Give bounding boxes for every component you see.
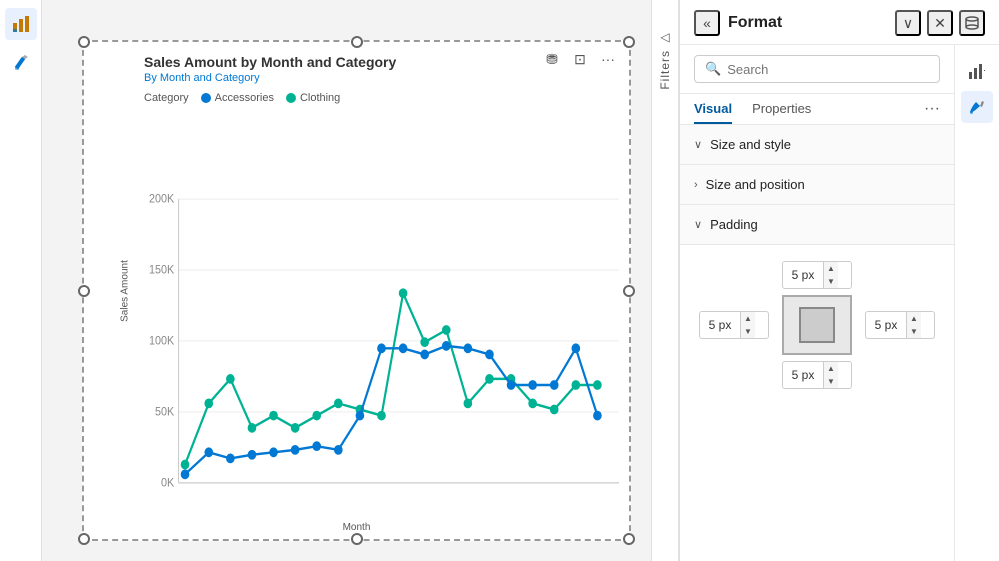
padding-left-spinners: ▲ ▼ — [740, 312, 755, 338]
padding-top-up[interactable]: ▲ — [824, 262, 838, 275]
size-and-position-section: › Size and position — [680, 165, 954, 205]
legend-accessories: Accessories — [201, 92, 274, 104]
filters-arrow-icon[interactable]: ◁ — [660, 30, 669, 44]
search-box: 🔍 — [680, 45, 954, 94]
search-input[interactable] — [727, 62, 929, 77]
padding-controls: ▲ ▼ ▲ ▼ — [680, 245, 954, 405]
format-title: Format — [728, 14, 782, 32]
format-tabs: Visual Properties ··· — [680, 94, 954, 125]
chart-svg: 0K 50K 100K 150K 200K — [144, 122, 619, 489]
padding-header[interactable]: ∨ Padding — [680, 205, 954, 245]
padding-left-input[interactable] — [700, 318, 740, 332]
format-panel-inner: 🔍 Visual Properties ··· ∨ Size and style — [680, 45, 999, 561]
svg-text:200K: 200K — [149, 193, 174, 206]
legend-clothing: Clothing — [286, 92, 340, 104]
padding-section: ∨ Padding ▲ ▼ — [680, 205, 954, 405]
x-axis-label: Month — [343, 522, 371, 533]
cylinder-icon — [964, 15, 980, 31]
size-position-chevron: › — [694, 179, 698, 191]
padding-right-up[interactable]: ▲ — [907, 312, 921, 325]
right-icon-strip — [954, 45, 999, 561]
padding-top-group[interactable]: ▲ ▼ — [782, 261, 852, 289]
format-header: « Format ∨ ✕ — [680, 0, 999, 45]
back-chevron-icon: « — [703, 15, 711, 31]
accessories-label: Accessories — [215, 92, 274, 104]
collapse-button[interactable]: ∨ — [895, 10, 921, 36]
padding-left-group[interactable]: ▲ ▼ — [699, 311, 769, 339]
chevron-down-icon: ∨ — [903, 15, 913, 32]
tab-visual[interactable]: Visual — [694, 101, 732, 124]
padding-bottom-input[interactable] — [783, 368, 823, 382]
size-and-style-header[interactable]: ∨ Size and style — [680, 125, 954, 165]
padding-bottom-group[interactable]: ▲ ▼ — [782, 361, 852, 389]
legend-category-label: Category — [144, 92, 189, 104]
chart-subtitle: By Month and Category — [144, 72, 613, 84]
filters-label[interactable]: Filters — [658, 50, 672, 90]
format-brush-icon-btn[interactable] — [5, 46, 37, 78]
padding-right-group[interactable]: ▲ ▼ — [865, 311, 935, 339]
search-icon: 🔍 — [705, 61, 721, 77]
svg-text:100K: 100K — [149, 335, 174, 348]
chart-container[interactable]: ⛃ ⊡ ··· Sales Amount by Month and Catego… — [82, 40, 631, 541]
format-main: 🔍 Visual Properties ··· ∨ Size and style — [680, 45, 954, 561]
main-canvas: ⛃ ⊡ ··· Sales Amount by Month and Catego… — [42, 0, 651, 561]
padding-bottom-spinners: ▲ ▼ — [823, 362, 838, 388]
clothing-dot — [286, 93, 296, 103]
padding-top-spinners: ▲ ▼ — [823, 262, 838, 288]
cylinder-button[interactable] — [959, 10, 985, 36]
size-style-chevron: ∨ — [694, 138, 702, 151]
bar-chart-icon — [12, 15, 30, 33]
padding-inner-box — [799, 307, 835, 343]
tab-properties[interactable]: Properties — [752, 101, 811, 124]
padding-left-down[interactable]: ▼ — [741, 325, 755, 338]
padding-bottom-up[interactable]: ▲ — [824, 362, 838, 375]
size-and-position-header[interactable]: › Size and position — [680, 165, 954, 205]
format-icon — [968, 98, 986, 116]
close-button[interactable]: ✕ — [927, 10, 953, 36]
canvas-area: ⛃ ⊡ ··· Sales Amount by Month and Catego… — [42, 0, 651, 561]
padding-grid: ▲ ▼ ▲ ▼ — [694, 261, 940, 389]
padding-right-spinners: ▲ ▼ — [906, 312, 921, 338]
chart-legend: Category Accessories Clothing — [144, 92, 613, 104]
format-panel: « Format ∨ ✕ — [679, 0, 999, 561]
brush-icon — [12, 53, 30, 71]
left-sidebar — [0, 0, 42, 561]
size-and-style-label: Size and style — [710, 137, 791, 152]
padding-label: Padding — [710, 217, 758, 232]
search-input-wrapper[interactable]: 🔍 — [694, 55, 940, 83]
chart-inner: Sales Amount by Month and Category By Mo… — [84, 42, 629, 539]
format-header-left: « Format — [694, 10, 782, 36]
svg-text:50K: 50K — [155, 406, 174, 419]
clothing-label: Clothing — [300, 92, 340, 104]
size-and-style-section: ∨ Size and style — [680, 125, 954, 165]
chart-title: Sales Amount by Month and Category — [144, 54, 613, 70]
padding-left-up[interactable]: ▲ — [741, 312, 755, 325]
tab-more-icon[interactable]: ··· — [924, 100, 940, 124]
accessories-dot — [201, 93, 211, 103]
analytics-icon-btn[interactable] — [961, 55, 993, 87]
padding-top-down[interactable]: ▼ — [824, 275, 838, 288]
padding-top-input[interactable] — [783, 268, 823, 282]
padding-right-down[interactable]: ▼ — [907, 325, 921, 338]
format-header-icons: ∨ ✕ — [895, 10, 985, 36]
close-icon: ✕ — [934, 15, 946, 32]
padding-bottom-down[interactable]: ▼ — [824, 375, 838, 388]
y-axis-label: Sales Amount — [119, 260, 130, 322]
format-visual-icon-btn[interactable] — [961, 91, 993, 123]
svg-text:0K: 0K — [161, 477, 174, 489]
padding-right-input[interactable] — [866, 318, 906, 332]
svg-text:150K: 150K — [149, 264, 174, 277]
back-button[interactable]: « — [694, 10, 720, 36]
analytics-icon — [968, 62, 986, 80]
visualizations-icon-btn[interactable] — [5, 8, 37, 40]
filters-sidebar[interactable]: ◁ Filters — [651, 0, 679, 561]
padding-center-visual — [782, 295, 852, 355]
padding-chevron: ∨ — [694, 218, 702, 231]
size-and-position-label: Size and position — [706, 177, 805, 192]
